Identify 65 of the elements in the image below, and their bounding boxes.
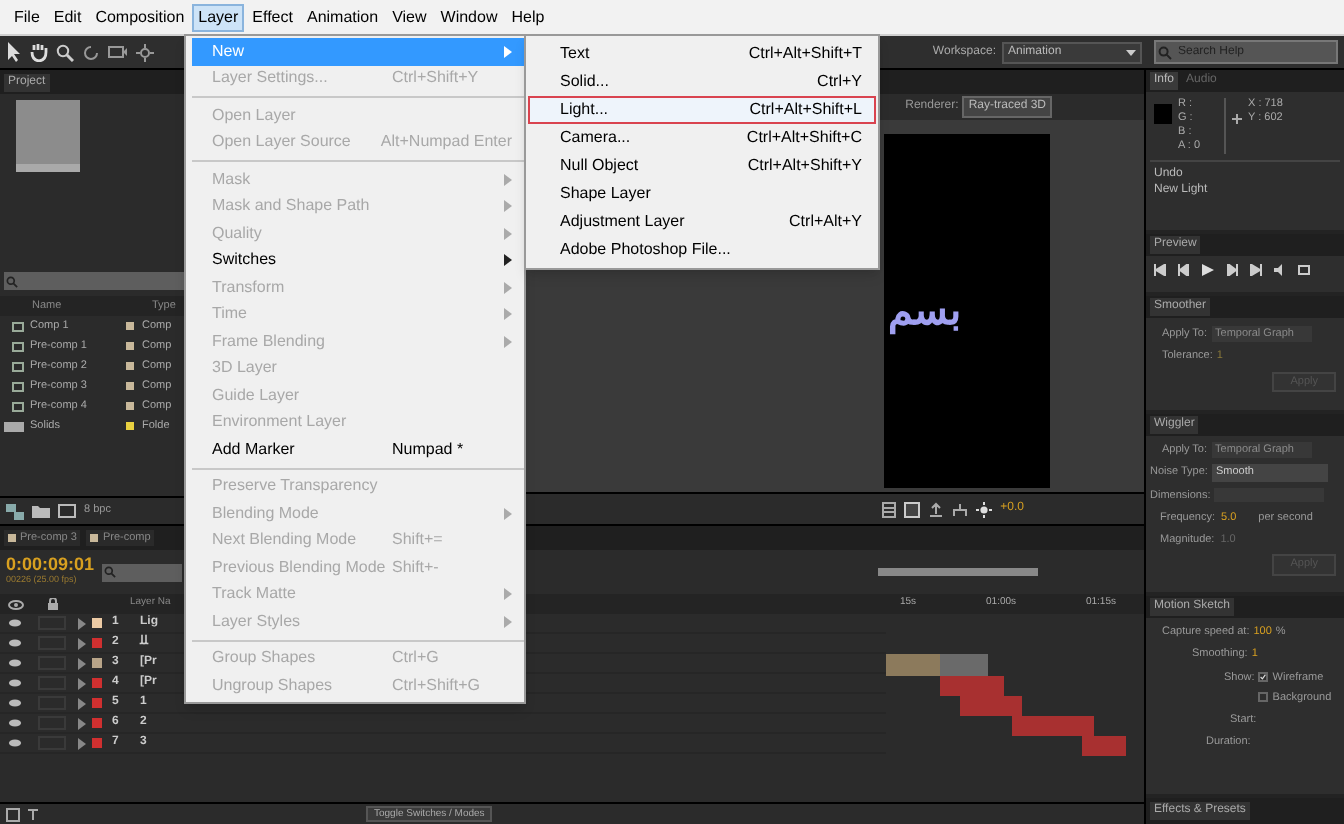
submenu-arrow-icon [504,200,512,213]
color-swatch [1154,104,1172,124]
submenu-arrow-icon [504,227,512,240]
first-frame-icon[interactable] [1154,264,1166,276]
submenu-arrow-icon [504,254,512,267]
menu-item[interactable]: Camera... Ctrl+Alt+Shift+C [528,124,876,152]
menu-item[interactable]: Text Ctrl+Alt+Shift+T [528,40,876,68]
comp-text: بسم [886,287,962,339]
menu-item[interactable]: Solid... Ctrl+Y [528,68,876,96]
menu-item[interactable]: Adjustment Layer Ctrl+Alt+Y [528,208,876,236]
last-frame-icon[interactable] [1250,264,1262,276]
previous-frame-icon[interactable] [1178,264,1190,276]
menu-item[interactable]: Effect [246,3,299,31]
submenu-arrow-icon [504,308,512,321]
menu-item[interactable]: Window [434,3,504,31]
search-icon [104,566,117,578]
pan-behind-icon[interactable] [136,43,154,61]
selection-arrow-icon[interactable] [6,42,22,62]
submenu-arrow-icon [504,507,512,520]
speaker-icon[interactable] [1274,264,1286,276]
timecode[interactable]: 0:00:09:01 [6,556,95,575]
menu-item[interactable]: View [386,3,433,31]
crosshair-icon [1232,114,1242,124]
checkbox[interactable] [1258,692,1269,703]
menu-item[interactable]: Light... Ctrl+Alt+Shift+L [528,96,876,124]
eye-icon [8,599,24,609]
next-frame-icon[interactable] [1226,264,1238,276]
menu-item[interactable]: File [8,3,46,31]
menu-item[interactable]: Help [505,3,551,31]
light-icon[interactable] [976,501,993,517]
comment-icon[interactable] [6,807,20,821]
menu-item[interactable]: Edit [47,3,88,31]
submenu-arrow-icon [504,335,512,348]
submenu-arrow-icon [504,615,512,628]
menu-item[interactable]: New [192,38,524,65]
submenu-arrow-icon [504,588,512,601]
dropdown-arrow-icon [1126,49,1136,55]
region-icon[interactable] [904,501,921,517]
zoom-icon[interactable] [56,43,74,61]
search-icon [1158,45,1172,59]
composition-icon[interactable] [58,504,76,518]
search-icon [6,275,18,287]
upload-icon[interactable] [928,501,945,517]
menu-item[interactable]: Composition [89,3,191,31]
menu-item[interactable]: Null Object Ctrl+Alt+Shift+Y [528,152,876,180]
menu-item[interactable]: Switches [192,247,524,274]
submenu-arrow-icon [504,45,512,58]
menu-item[interactable]: Shape Layer [528,180,876,208]
hand-icon[interactable] [30,42,48,62]
lock-icon [48,598,58,610]
layer-search-field[interactable] [102,563,183,581]
grid-icon[interactable] [882,501,897,517]
menu-item[interactable]: Layer [192,3,245,31]
menu-item[interactable]: Adobe Photoshop File... [528,236,876,264]
rotate-icon[interactable] [82,43,100,61]
submenu-arrow-icon [504,173,512,186]
menu-item[interactable]: Add Marker Numpad * [192,436,524,463]
menu-item[interactable]: Animation [300,3,385,31]
loop-icon[interactable] [1298,264,1310,276]
submenu-arrow-icon [504,281,512,294]
hierarchy-icon[interactable] [952,501,969,517]
checkbox[interactable] [1258,672,1269,683]
thumbnail-placeholder [16,100,80,172]
camera-icon[interactable] [108,44,128,60]
play-icon[interactable] [1202,264,1214,276]
